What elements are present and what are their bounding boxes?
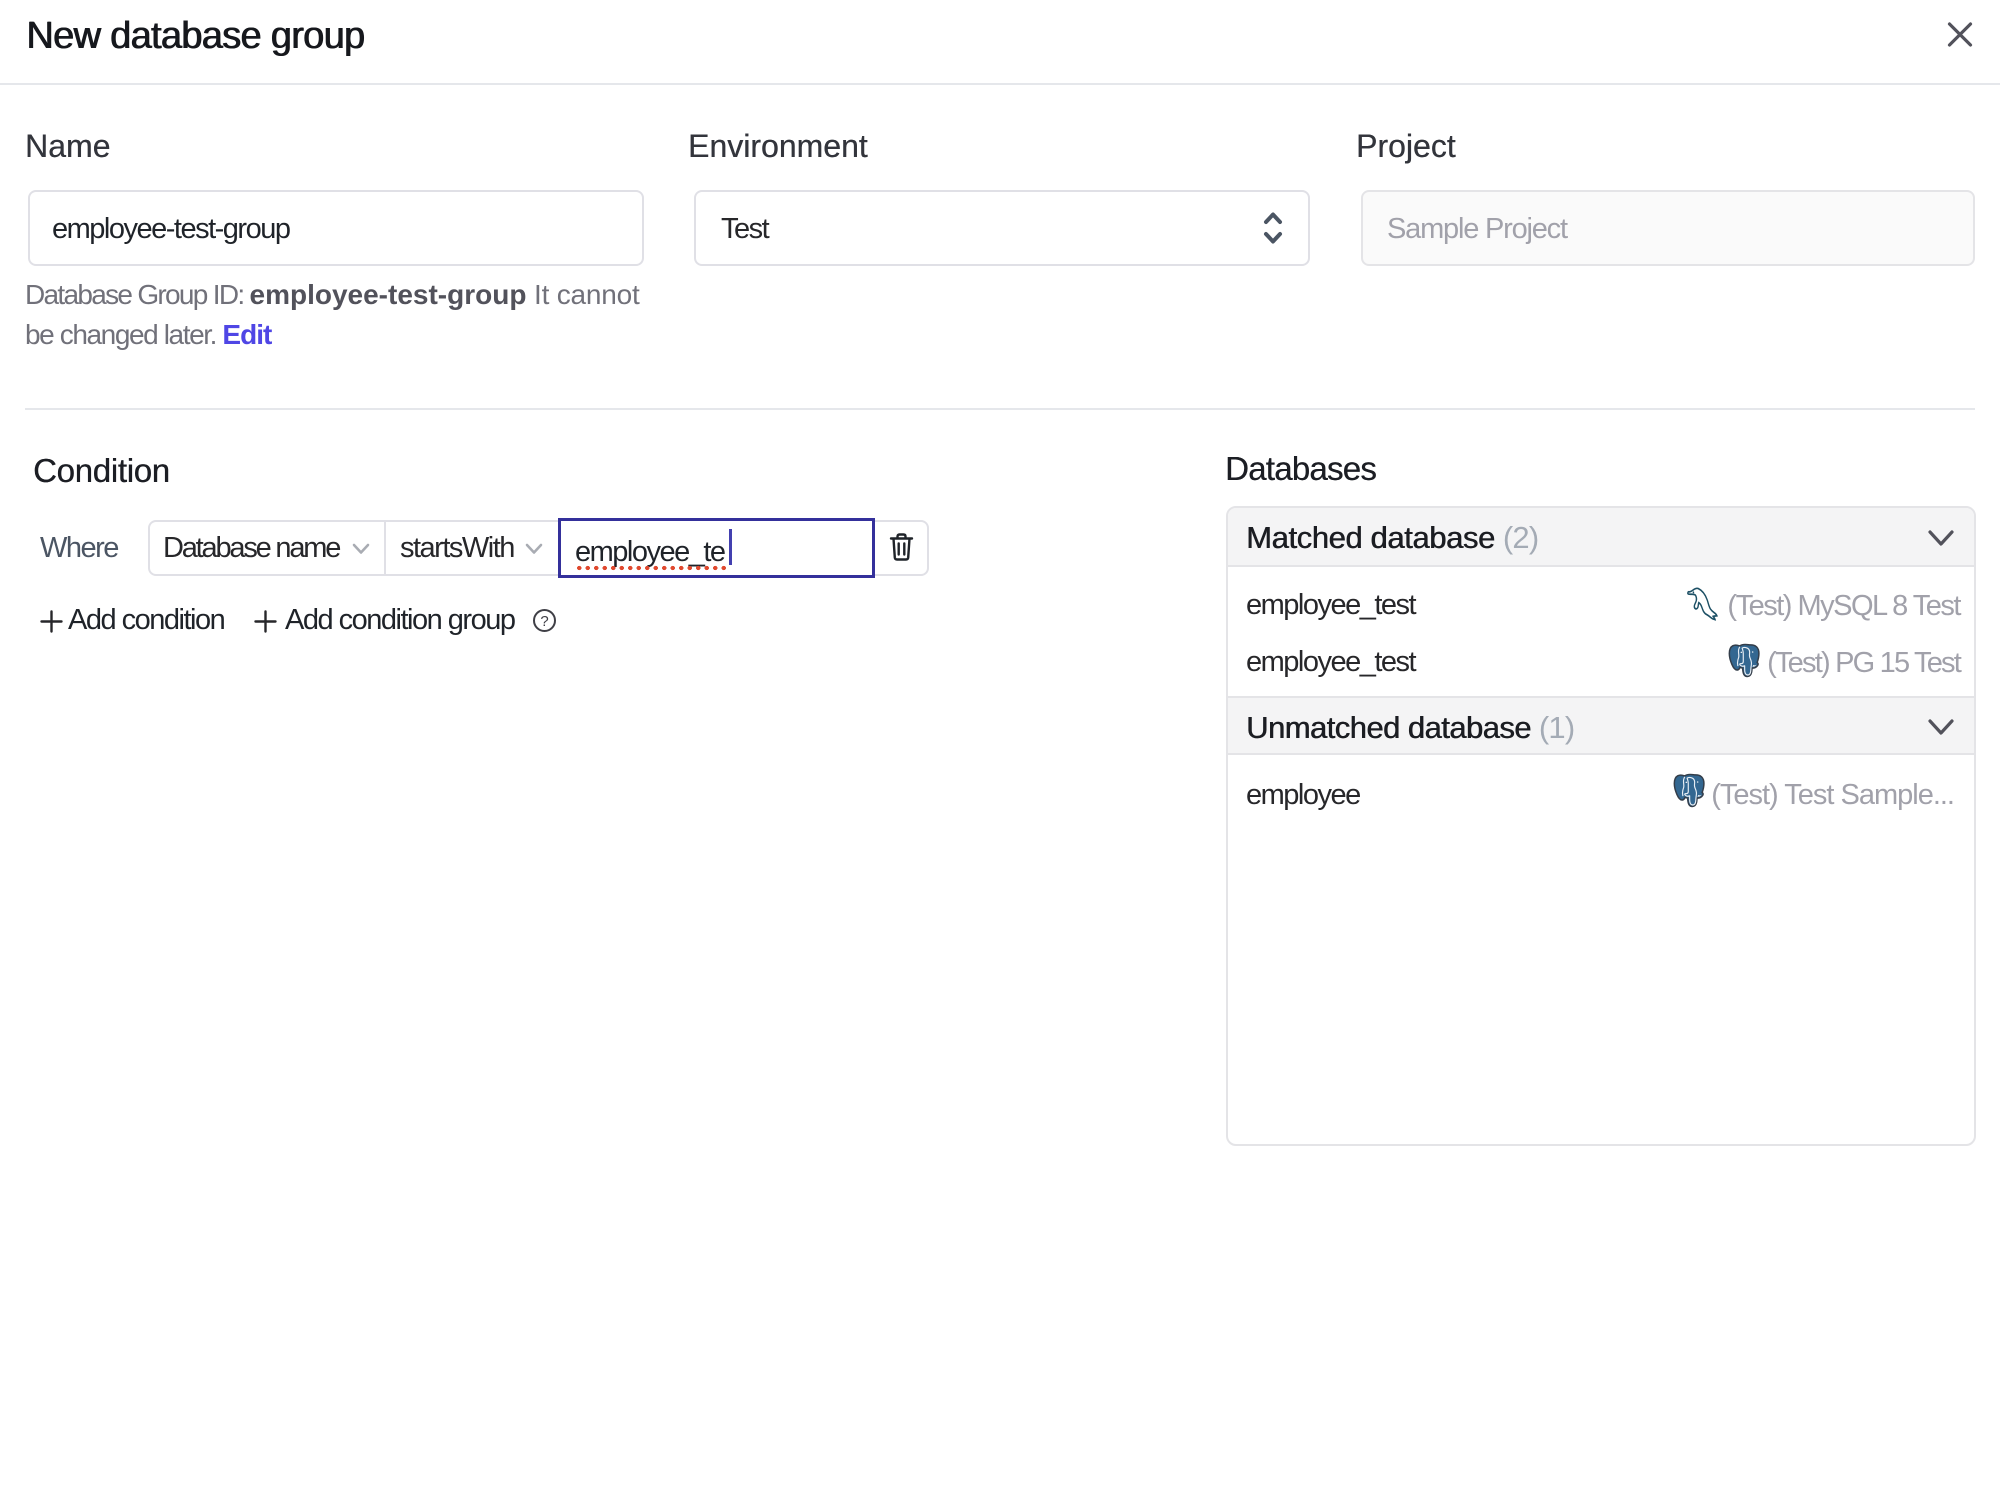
svg-text:?: ?: [540, 613, 548, 630]
